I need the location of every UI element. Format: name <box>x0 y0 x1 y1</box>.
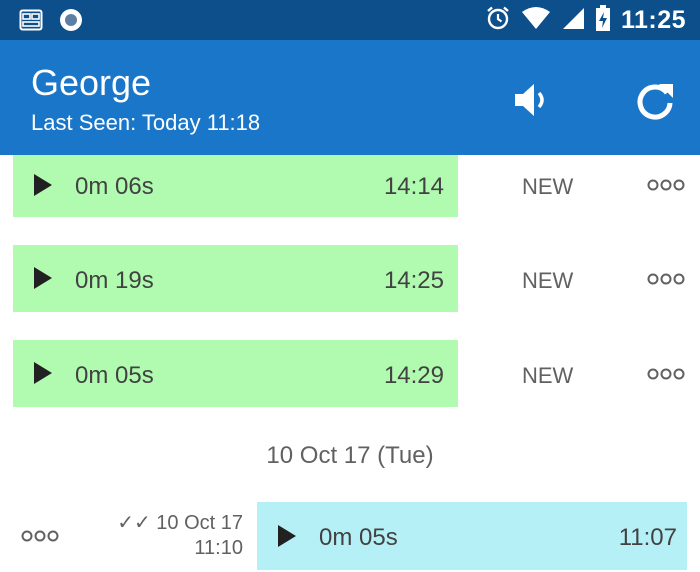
voice-message-incoming[interactable]: 0m 05s 14:29 <box>13 340 458 407</box>
play-icon[interactable] <box>33 267 53 294</box>
play-icon[interactable] <box>33 174 53 201</box>
message-duration: 0m 05s <box>319 524 398 551</box>
refresh-icon[interactable] <box>631 76 679 124</box>
status-bar: 11:25 <box>0 0 700 40</box>
voice-message-outgoing[interactable]: 0m 05s 11:07 <box>257 502 687 570</box>
message-duration: 0m 06s <box>75 173 154 200</box>
new-badge: NEW <box>522 174 574 199</box>
new-badge: NEW <box>522 268 574 293</box>
delivered-checkmarks-icon: ✓✓ <box>117 512 151 534</box>
message-time: 14:29 <box>383 362 444 389</box>
new-badge: NEW <box>522 363 574 388</box>
app-bar: George Last Seen: Today 11:18 <box>0 40 700 155</box>
notification-icon <box>18 8 44 32</box>
battery-charging-icon <box>595 4 611 36</box>
date-divider: 10 Oct 17 (Tue) <box>266 442 434 469</box>
last-seen-status: Last Seen: Today 11:18 <box>31 110 261 135</box>
signal-icon <box>561 6 585 35</box>
more-options-icon[interactable] <box>646 178 686 192</box>
circle-icon <box>58 8 84 32</box>
message-time: 14:25 <box>383 267 444 294</box>
message-duration: 0m 19s <box>75 267 154 294</box>
play-icon[interactable] <box>277 525 297 552</box>
more-options-icon[interactable] <box>20 529 60 543</box>
wifi-icon <box>521 6 551 35</box>
voice-message-incoming[interactable]: 0m 06s 14:14 <box>13 155 458 217</box>
alarm-icon <box>485 5 511 36</box>
voice-message-incoming[interactable]: 0m 19s 14:25 <box>13 245 458 312</box>
speaker-icon[interactable] <box>508 76 556 124</box>
sent-time: 11:10 <box>194 537 243 559</box>
message-time: 14:14 <box>383 173 444 200</box>
sent-date: 10 Oct 17 <box>156 512 243 534</box>
status-time: 11:25 <box>620 5 686 34</box>
more-options-icon[interactable] <box>646 367 686 381</box>
message-duration: 0m 05s <box>75 362 154 389</box>
contact-name[interactable]: George <box>31 62 151 104</box>
more-options-icon[interactable] <box>646 272 686 286</box>
message-time: 11:07 <box>618 524 677 551</box>
sent-status: ✓✓ 10 Oct 17 11:10 <box>117 511 243 561</box>
play-icon[interactable] <box>33 362 53 389</box>
